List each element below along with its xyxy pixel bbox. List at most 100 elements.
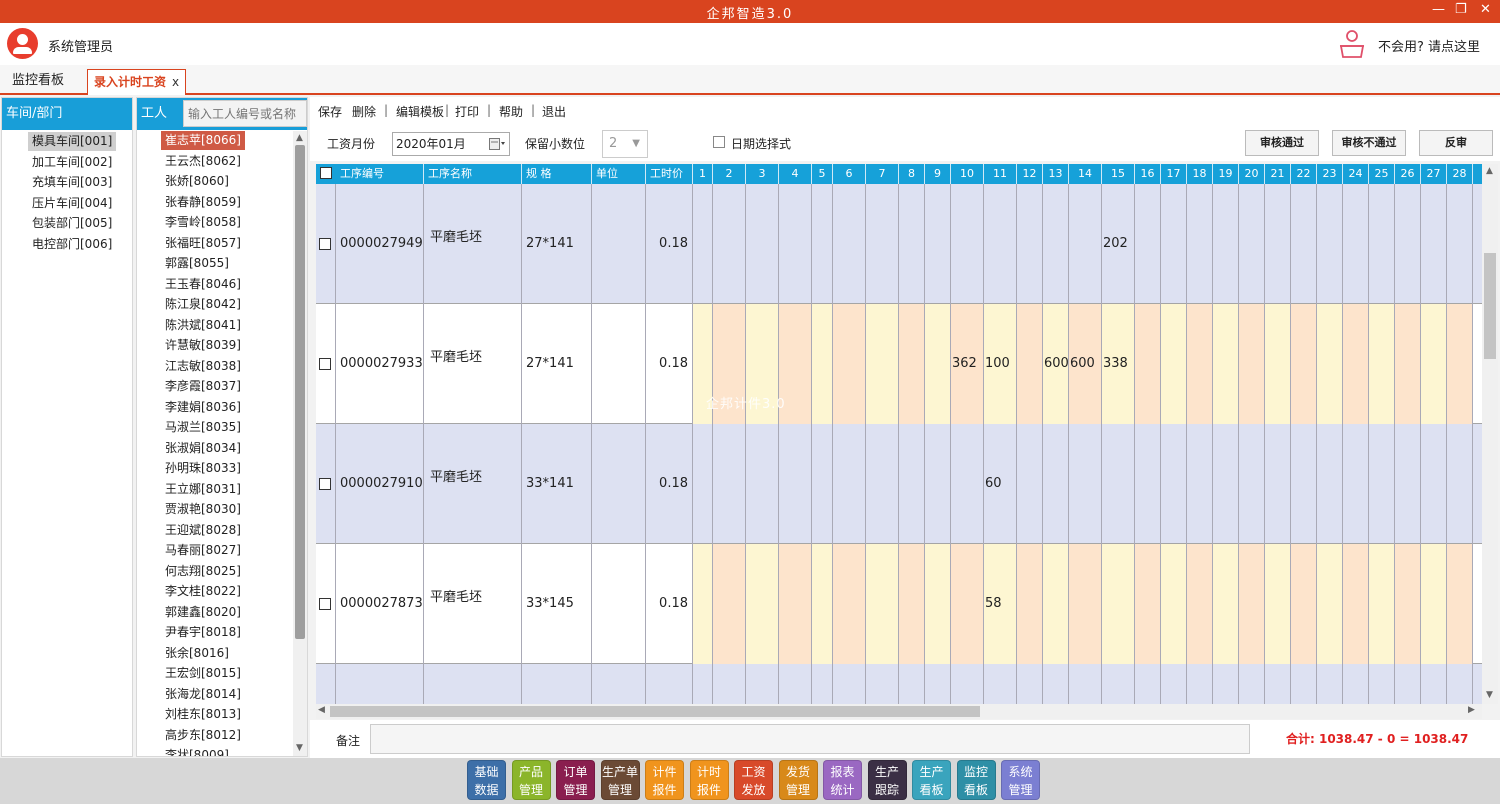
day-cell[interactable]: [1447, 304, 1473, 424]
day-cell[interactable]: [951, 664, 984, 704]
cell-unit[interactable]: [592, 664, 646, 704]
tab-timed-wage-entry[interactable]: 录入计时工资 x: [87, 69, 187, 95]
day-cell[interactable]: [925, 664, 951, 704]
row-select-cell[interactable]: [316, 664, 336, 704]
cell-code[interactable]: 0000027873: [336, 544, 424, 664]
worker-item[interactable]: 张福旺[8057]: [161, 234, 245, 253]
day-cell[interactable]: [1421, 304, 1447, 424]
day-cell[interactable]: [1395, 664, 1421, 704]
day-cell[interactable]: 60: [984, 424, 1017, 544]
worker-item[interactable]: 李建娟[8036]: [161, 398, 245, 417]
minimize-icon[interactable]: —: [1432, 2, 1445, 17]
month-picker[interactable]: 2020年01月: [392, 132, 510, 156]
day-cell[interactable]: [1017, 544, 1043, 664]
day-cell[interactable]: [833, 664, 866, 704]
row-checkbox[interactable]: [319, 238, 331, 250]
worker-search-input[interactable]: [183, 100, 307, 127]
day-cell[interactable]: [1265, 184, 1291, 304]
day-cell[interactable]: [984, 664, 1017, 704]
table-row[interactable]: [316, 664, 1482, 704]
day-cell[interactable]: [1265, 664, 1291, 704]
worker-item[interactable]: 李状[8009]: [161, 746, 233, 756]
day-cell[interactable]: [1239, 664, 1265, 704]
day-cell[interactable]: [779, 184, 812, 304]
cell-rate[interactable]: 0.18: [646, 544, 693, 664]
day-cell[interactable]: [812, 664, 833, 704]
scroll-down-icon[interactable]: ▼: [296, 743, 303, 753]
table-row[interactable]: 0000027933 平磨毛坯 27*141 0.18 362 100 600 600 338: [316, 304, 1482, 424]
day-cell[interactable]: [693, 184, 713, 304]
day-cell[interactable]: [1291, 664, 1317, 704]
day-cell[interactable]: [1069, 664, 1102, 704]
unapprove-button[interactable]: 反审: [1419, 130, 1493, 156]
day-cell[interactable]: [951, 184, 984, 304]
day-cell[interactable]: [1213, 304, 1239, 424]
cell-name[interactable]: 平磨毛坯: [424, 424, 522, 544]
scroll-down-icon[interactable]: ▼: [1486, 690, 1493, 700]
day-cell[interactable]: [1069, 424, 1102, 544]
day-cell[interactable]: 202: [1102, 184, 1135, 304]
day-cell[interactable]: [1102, 424, 1135, 544]
day-cell[interactable]: [1069, 544, 1102, 664]
worker-item[interactable]: 许慧敏[8039]: [161, 336, 245, 355]
worker-item[interactable]: 王玉春[8046]: [161, 275, 245, 294]
day-cell[interactable]: [1343, 544, 1369, 664]
grid-horizontal-scrollbar[interactable]: ◀ ▶: [316, 704, 1482, 719]
day-cell[interactable]: [1213, 184, 1239, 304]
worker-item[interactable]: 张淑娟[8034]: [161, 439, 245, 458]
cell-code[interactable]: 0000027949: [336, 184, 424, 304]
calendar-icon[interactable]: [489, 138, 505, 150]
day-cell[interactable]: [812, 184, 833, 304]
worker-item[interactable]: 马春丽[8027]: [161, 541, 245, 560]
cell-code[interactable]: 0000027910: [336, 424, 424, 544]
worker-item[interactable]: 陈江泉[8042]: [161, 295, 245, 314]
nav-button[interactable]: 系统 管理: [1001, 760, 1040, 800]
day-cell[interactable]: [713, 664, 746, 704]
nav-button[interactable]: 生产单 管理: [600, 760, 640, 800]
day-cell[interactable]: [1043, 664, 1069, 704]
worker-item[interactable]: 马淑兰[8035]: [161, 418, 245, 437]
worker-item[interactable]: 李雪岭[8058]: [161, 213, 245, 232]
day-cell[interactable]: [1421, 544, 1447, 664]
day-cell[interactable]: [1043, 544, 1069, 664]
day-cell[interactable]: [812, 544, 833, 664]
save-button[interactable]: 保存: [318, 103, 342, 120]
day-cell[interactable]: [713, 184, 746, 304]
worker-item[interactable]: 孙明珠[8033]: [161, 459, 245, 478]
day-cell[interactable]: [925, 544, 951, 664]
department-item[interactable]: 加工车间[002]: [28, 153, 116, 172]
day-cell[interactable]: 600: [1043, 304, 1069, 424]
tab-close-icon[interactable]: x: [172, 75, 179, 89]
help-desk-icon[interactable]: [1338, 29, 1366, 59]
day-cell[interactable]: [1395, 304, 1421, 424]
table-row[interactable]: 0000027949 平磨毛坯 27*141 0.18 202: [316, 184, 1482, 304]
cell-name[interactable]: [424, 664, 522, 704]
worker-item[interactable]: 张海龙[8014]: [161, 685, 245, 704]
day-cell[interactable]: [1421, 424, 1447, 544]
day-cell[interactable]: [899, 184, 925, 304]
worker-item[interactable]: 王迎斌[8028]: [161, 521, 245, 540]
day-cell[interactable]: [1343, 424, 1369, 544]
nav-button[interactable]: 工资 发放: [734, 760, 773, 800]
day-cell[interactable]: 338: [1102, 304, 1135, 424]
day-cell[interactable]: [1447, 424, 1473, 544]
day-cell[interactable]: [1213, 544, 1239, 664]
row-checkbox[interactable]: [319, 478, 331, 490]
day-cell[interactable]: [1135, 664, 1161, 704]
day-cell[interactable]: [1069, 184, 1102, 304]
day-cell[interactable]: [693, 424, 713, 544]
scroll-up-icon[interactable]: ▲: [1486, 166, 1493, 176]
day-cell[interactable]: [812, 304, 833, 424]
department-item[interactable]: 充填车间[003]: [28, 173, 116, 192]
day-cell[interactable]: [1043, 184, 1069, 304]
cell-spec[interactable]: 33*141: [522, 424, 592, 544]
restore-icon[interactable]: ❐: [1455, 2, 1467, 17]
cell-unit[interactable]: [592, 304, 646, 424]
worker-item[interactable]: 江志敏[8038]: [161, 357, 245, 376]
day-cell[interactable]: [1291, 184, 1317, 304]
day-cell[interactable]: 362: [951, 304, 984, 424]
day-cell[interactable]: [866, 184, 899, 304]
worker-item[interactable]: 何志翔[8025]: [161, 562, 245, 581]
cell-spec[interactable]: 27*141: [522, 304, 592, 424]
day-cell[interactable]: [746, 664, 779, 704]
